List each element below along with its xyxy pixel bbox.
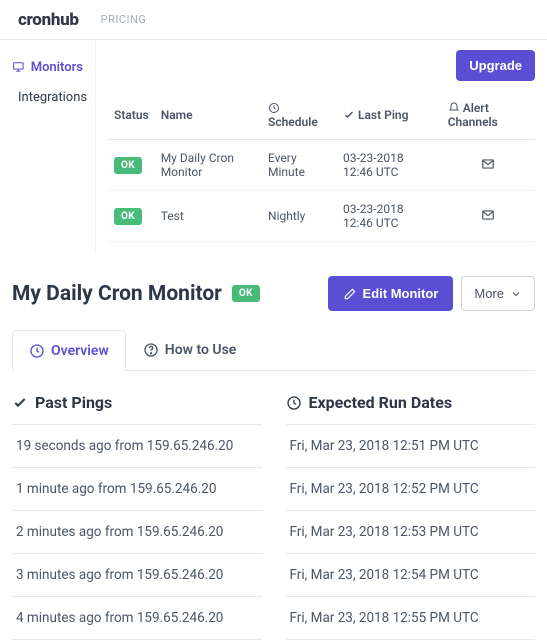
cell-lastping: 03-23-2018 12:46 UTC <box>337 191 442 242</box>
list-item: Fri, Mar 23, 2018 12:51 PM UTC <box>286 424 536 468</box>
envelope-icon[interactable] <box>480 208 496 222</box>
main-layout: Monitors Integrations Upgrade Status Nam… <box>0 40 547 252</box>
edit-icon <box>343 287 357 301</box>
bell-icon <box>448 102 460 114</box>
past-pings-header: Past Pings <box>12 393 262 412</box>
detail-columns: Past Pings 19 seconds ago from 159.65.24… <box>12 393 535 640</box>
monitor-detail: My Daily Cron Monitor OK Edit Monitor Mo… <box>0 252 547 640</box>
cell-alertchannels <box>442 191 535 242</box>
past-pings-column: Past Pings 19 seconds ago from 159.65.24… <box>12 393 262 640</box>
list-item: 4 minutes ago from 159.65.246.20 <box>12 597 262 640</box>
more-button[interactable]: More <box>461 276 535 311</box>
question-icon <box>143 342 159 358</box>
sidebar-item-monitors[interactable]: Monitors <box>8 52 87 82</box>
detail-buttons: Edit Monitor More <box>328 276 535 311</box>
clock-icon <box>268 102 280 114</box>
upgrade-button[interactable]: Upgrade <box>456 50 535 81</box>
monitors-table: Status Name Schedule Last Ping Alert Cha… <box>108 95 535 242</box>
check-icon <box>12 395 28 411</box>
sidebar-item-integrations[interactable]: Integrations <box>8 82 87 112</box>
cell-alertchannels <box>442 140 535 191</box>
th-alertchannels: Alert Channels <box>442 95 535 140</box>
tab-howto[interactable]: How to Use <box>126 329 254 370</box>
nav-pricing[interactable]: PRICING <box>89 13 159 26</box>
table-row[interactable]: OK My Daily Cron MonitorEvery Minute03-23… <box>108 140 535 191</box>
clock-icon <box>29 343 45 359</box>
expected-column: Expected Run Dates Fri, Mar 23, 2018 12:… <box>286 393 536 640</box>
edit-monitor-button[interactable]: Edit Monitor <box>328 276 454 311</box>
th-name: Name <box>155 95 262 140</box>
th-schedule: Schedule <box>262 95 337 140</box>
content-area: Upgrade Status Name Schedule Last Ping A… <box>96 40 547 252</box>
sidebar: Monitors Integrations <box>0 40 96 252</box>
list-item: Fri, Mar 23, 2018 12:54 PM UTC <box>286 554 536 597</box>
list-item: 1 minute ago from 159.65.246.20 <box>12 468 262 511</box>
list-item: Fri, Mar 23, 2018 12:52 PM UTC <box>286 468 536 511</box>
monitor-title: My Daily Cron Monitor <box>12 282 222 306</box>
chevron-down-icon <box>510 288 522 300</box>
detail-head: My Daily Cron Monitor OK Edit Monitor Mo… <box>12 276 535 311</box>
upgrade-row: Upgrade <box>108 50 535 81</box>
status-badge: OK <box>114 157 142 174</box>
tab-overview[interactable]: Overview <box>12 330 126 371</box>
detail-title-group: My Daily Cron Monitor OK <box>12 282 260 306</box>
check-icon <box>343 109 355 121</box>
clock-icon <box>286 395 302 411</box>
table-row[interactable]: OK TestNightly03-23-2018 12:46 UTC <box>108 191 535 242</box>
logo[interactable]: cronhub <box>8 10 89 30</box>
status-badge: OK <box>114 208 142 225</box>
list-item: 2 minutes ago from 159.65.246.20 <box>12 511 262 554</box>
monitor-icon <box>12 59 25 75</box>
th-status: Status <box>108 95 155 140</box>
cell-lastping: 03-23-2018 12:46 UTC <box>337 140 442 191</box>
cell-name: Test <box>155 191 262 242</box>
list-item: Fri, Mar 23, 2018 12:55 PM UTC <box>286 597 536 640</box>
cell-name: My Daily Cron Monitor <box>155 140 262 191</box>
sidebar-item-label: Monitors <box>31 60 83 75</box>
th-lastping: Last Ping <box>337 95 442 140</box>
status-badge: OK <box>232 285 260 302</box>
tabs: Overview How to Use <box>12 329 535 371</box>
envelope-icon[interactable] <box>480 157 496 171</box>
cell-schedule: Every Minute <box>262 140 337 191</box>
topbar: cronhub PRICING <box>0 0 547 40</box>
expected-header: Expected Run Dates <box>286 393 536 412</box>
list-item: 19 seconds ago from 159.65.246.20 <box>12 424 262 468</box>
cell-schedule: Nightly <box>262 191 337 242</box>
list-item: Fri, Mar 23, 2018 12:53 PM UTC <box>286 511 536 554</box>
list-item: 3 minutes ago from 159.65.246.20 <box>12 554 262 597</box>
sidebar-item-label: Integrations <box>18 90 87 105</box>
